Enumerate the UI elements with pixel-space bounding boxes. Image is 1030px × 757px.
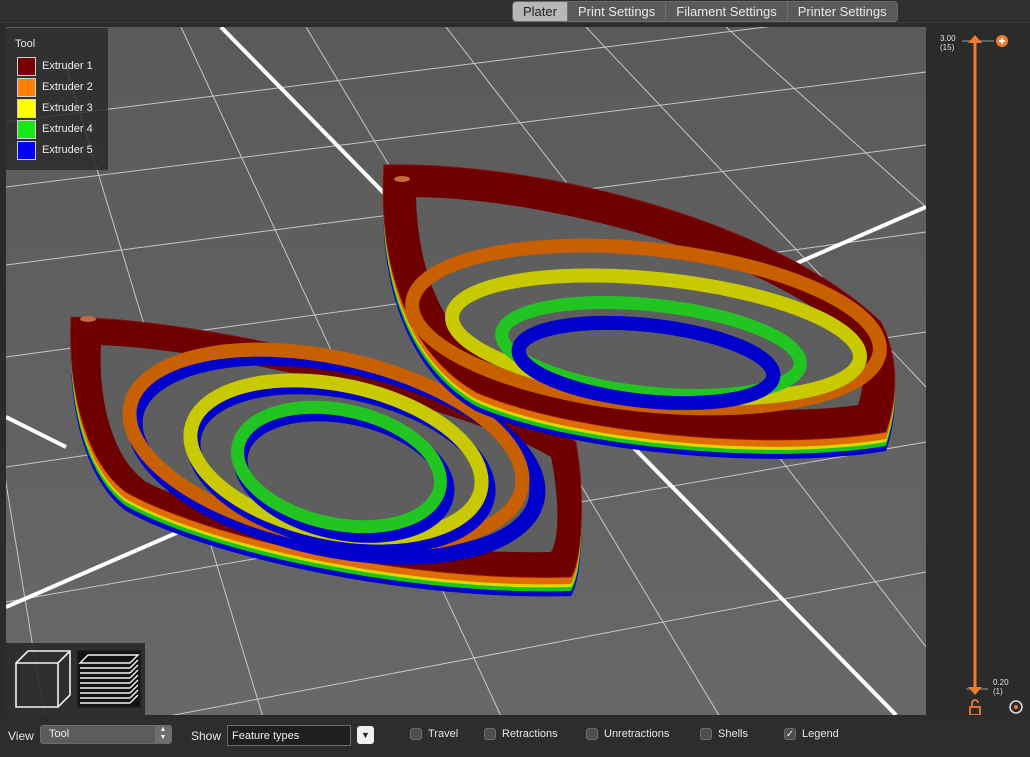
lock-icon[interactable] [969,699,981,715]
upper-thumb-icon[interactable] [968,35,982,43]
layers-view-icon[interactable] [77,650,141,708]
legend-checkbox[interactable]: ✓ Legend [784,728,839,740]
retractions-checkbox[interactable]: Retractions [484,728,558,740]
legend-panel: Tool Extruder 1 Extruder 2 Extruder 3 Ex… [6,28,108,170]
tab-bar: Plater Print Settings Filament Settings … [512,1,898,22]
legend-item-extruder-3: Extruder 3 [17,98,93,118]
unretractions-checkbox[interactable]: Unretractions [586,728,669,740]
color-swatch [17,56,36,76]
view-label: View [8,729,34,743]
checkmark-icon: ✓ [784,728,796,740]
bottom-layer-height: 0.20 (1) [993,678,1009,696]
travel-checkbox[interactable]: Travel [410,728,458,740]
color-swatch [17,98,36,118]
color-swatch [17,77,36,97]
legend-item-extruder-4: Extruder 4 [17,119,93,139]
preview-toolbar: View Tool ▲▼ Show ▼ Travel Retractions U… [0,717,1030,757]
lower-thumb-icon[interactable] [968,687,982,695]
tab-filament-settings[interactable]: Filament Settings [666,2,788,21]
tab-printer-settings[interactable]: Printer Settings [788,2,897,21]
3d-view-icon[interactable] [15,650,71,708]
layer-slider-panel: 3.00 (15) 0.20 (1) [926,27,1030,715]
tab-plater[interactable]: Plater [513,2,568,21]
legend-item-extruder-1: Extruder 1 [17,56,93,76]
3d-preview-viewport[interactable] [6,27,926,715]
legend-item-extruder-5: Extruder 5 [17,140,93,160]
up-down-arrows-icon: ▲ ▼ [155,726,171,743]
color-swatch [17,119,36,139]
settings-cog-icon[interactable] [1009,700,1023,714]
show-input[interactable] [227,725,351,746]
legend-title: Tool [15,38,36,50]
show-label: Show [191,729,222,743]
chevron-down-icon[interactable]: ▼ [357,726,374,744]
shells-checkbox[interactable]: Shells [700,728,748,740]
color-swatch [17,140,36,160]
toolpath-scene [6,27,926,715]
top-bar: Plater Print Settings Filament Settings … [0,0,1030,23]
view-toggle-panel [6,643,145,715]
legend-item-extruder-2: Extruder 2 [17,77,93,97]
view-type-select[interactable]: Tool ▲ ▼ [40,725,172,744]
tab-print-settings[interactable]: Print Settings [568,2,667,21]
